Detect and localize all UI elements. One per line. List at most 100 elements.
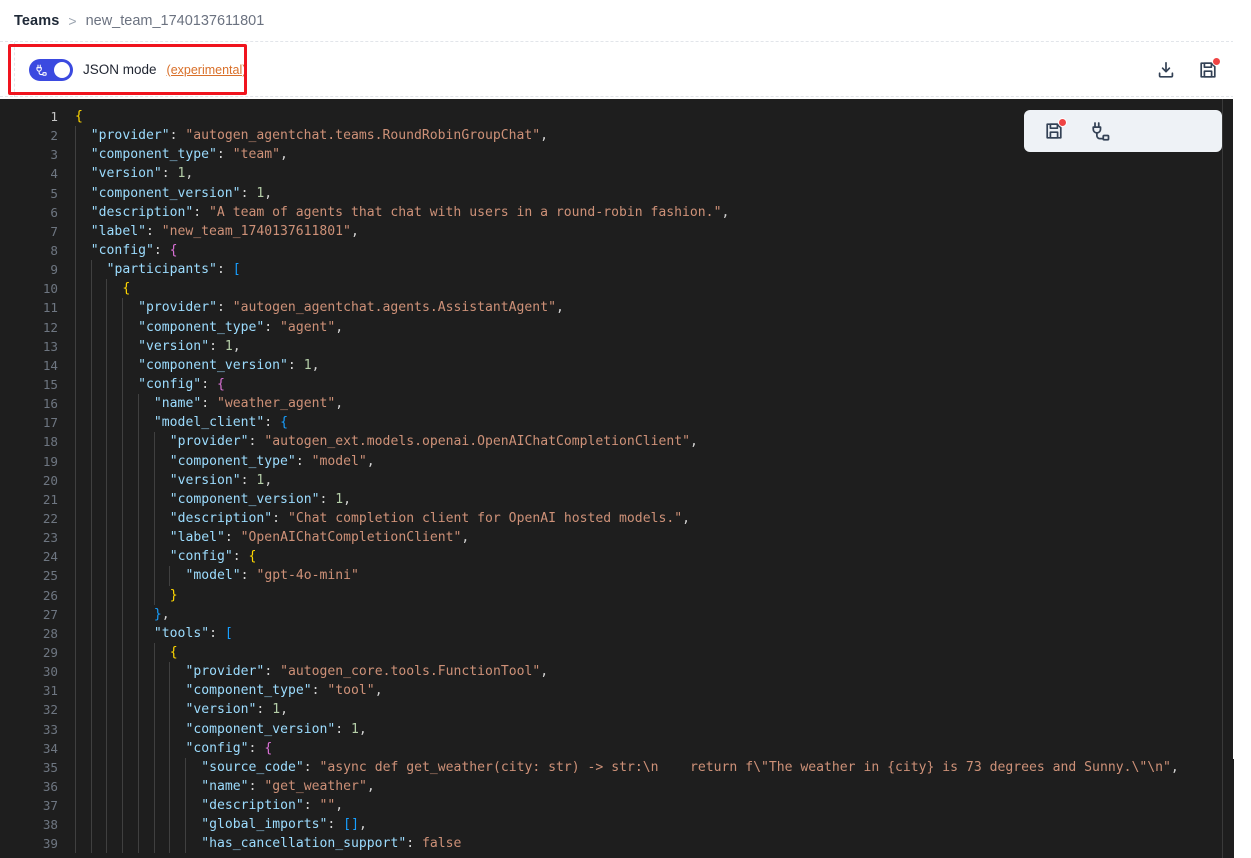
line-number: 26 bbox=[42, 587, 58, 603]
editor-save-button[interactable] bbox=[1042, 118, 1067, 143]
code-line[interactable]: 20 "version": 1, bbox=[0, 470, 1234, 490]
code-line[interactable]: 6 "description": "A team of agents that … bbox=[0, 202, 1234, 222]
download-button[interactable] bbox=[1154, 58, 1178, 82]
code-line[interactable]: 22 "description": "Chat completion clien… bbox=[0, 508, 1234, 529]
code-line[interactable]: 31 "component_type": "tool", bbox=[0, 681, 1234, 701]
code-line[interactable]: 27 }, bbox=[0, 604, 1234, 624]
unsaved-changes-badge bbox=[1058, 118, 1067, 127]
code-line[interactable]: 26 } bbox=[0, 585, 1234, 605]
code-line-text: { bbox=[75, 109, 83, 124]
code-line[interactable]: 5 "component_version": 1, bbox=[0, 183, 1234, 203]
code-line-text: "description": "A team of agents that ch… bbox=[90, 204, 730, 220]
breadcrumb: Teams > new_team_1740137611801 bbox=[14, 7, 264, 35]
code-line[interactable]: 19 "component_type": "model", bbox=[0, 451, 1234, 471]
code-line[interactable]: 29 { bbox=[0, 642, 1234, 663]
line-number: 20 bbox=[42, 472, 58, 488]
line-number: 2 bbox=[50, 128, 58, 144]
code-line-text: "provider": "autogen_ext.models.openai.O… bbox=[169, 434, 698, 450]
line-number: 4 bbox=[50, 166, 58, 182]
code-line[interactable]: 13 "version": 1, bbox=[0, 336, 1234, 356]
line-number: 29 bbox=[42, 644, 58, 660]
line-number: 9 bbox=[50, 262, 58, 278]
code-line-text: "config": { bbox=[138, 376, 225, 392]
code-line[interactable]: 21 "component_version": 1, bbox=[0, 489, 1234, 509]
app-root: Teams > new_team_1740137611801 JSON mode bbox=[0, 0, 1251, 858]
json-mode-toggle[interactable] bbox=[29, 58, 73, 81]
code-line[interactable]: 17 "model_client": { bbox=[0, 413, 1234, 433]
code-line-text: { bbox=[122, 281, 131, 297]
code-line[interactable]: 12 "component_type": "agent", bbox=[0, 317, 1234, 337]
code-line[interactable]: 38 "global_imports": [], bbox=[0, 815, 1234, 835]
line-number: 38 bbox=[42, 817, 58, 833]
code-line[interactable]: 24 "config": { bbox=[0, 547, 1234, 567]
breadcrumb-root-link[interactable]: Teams bbox=[14, 13, 59, 29]
code-lines-container[interactable]: 1 {2 "provider": "autogen_agentchat.teams… bbox=[0, 107, 1234, 858]
code-line[interactable]: 4 "version": 1, bbox=[0, 164, 1234, 184]
code-line[interactable]: 11 "provider": "autogen_agentchat.agents… bbox=[0, 298, 1234, 318]
line-number: 12 bbox=[42, 319, 58, 335]
code-line[interactable]: 39 "has_cancellation_support": false bbox=[0, 834, 1234, 854]
code-line[interactable]: 18 "provider": "autogen_ext.models.opena… bbox=[0, 432, 1234, 452]
code-line-text: "component_type": "model", bbox=[169, 453, 375, 469]
line-number: 8 bbox=[50, 242, 58, 258]
code-line[interactable]: 23 "label": "OpenAIChatCompletionClient"… bbox=[0, 528, 1234, 548]
line-number: 37 bbox=[42, 798, 58, 814]
json-mode-label: JSON mode bbox=[83, 62, 157, 77]
breadcrumb-current-item: new_team_1740137611801 bbox=[85, 13, 265, 29]
code-line[interactable]: 14 "component_version": 1, bbox=[0, 355, 1234, 375]
code-line[interactable]: 25 "model": "gpt-4o-mini" bbox=[0, 566, 1234, 586]
code-line[interactable]: 28 "tools": [ bbox=[0, 623, 1234, 643]
line-number: 10 bbox=[42, 281, 58, 297]
editor-test-connection-button[interactable] bbox=[1088, 119, 1112, 143]
line-number: 25 bbox=[42, 568, 58, 584]
code-line[interactable]: 8 "config": { bbox=[0, 240, 1234, 261]
code-line-text: "version": 1, bbox=[169, 472, 273, 488]
code-line-text: "component_type": "team", bbox=[90, 147, 288, 163]
code-line[interactable]: 36 "name": "get_weather", bbox=[0, 776, 1234, 797]
line-number: 19 bbox=[42, 453, 58, 469]
unsaved-changes-badge bbox=[1212, 56, 1221, 66]
editor-vertical-rule bbox=[1222, 99, 1223, 858]
line-number: 13 bbox=[42, 338, 58, 354]
line-number: 14 bbox=[42, 357, 58, 373]
line-number: 30 bbox=[42, 664, 58, 680]
json-code-editor[interactable]: 1 {2 "provider": "autogen_agentchat.teams… bbox=[0, 99, 1234, 858]
save-button[interactable] bbox=[1196, 56, 1221, 82]
line-number: 27 bbox=[42, 606, 58, 622]
code-line-text: "tools": [ bbox=[153, 625, 233, 641]
code-line-text: "description": "Chat completion client f… bbox=[169, 510, 690, 526]
line-number: 17 bbox=[42, 415, 58, 431]
code-line[interactable]: 9 "participants": [ bbox=[0, 260, 1234, 280]
line-number: 32 bbox=[42, 702, 58, 718]
code-line-text: "has_cancellation_support": false bbox=[201, 836, 462, 852]
code-line-text: "provider": "autogen_core.tools.Function… bbox=[185, 664, 549, 680]
line-number: 16 bbox=[42, 396, 58, 412]
code-line[interactable]: 15 "config": { bbox=[0, 374, 1234, 395]
experimental-link[interactable]: (experimental) bbox=[167, 63, 247, 77]
line-number: 36 bbox=[42, 778, 58, 794]
code-line-text: "name": "weather_agent", bbox=[153, 396, 344, 412]
toggle-knob bbox=[54, 61, 70, 78]
code-line-text: "label": "OpenAIChatCompletionClient", bbox=[169, 530, 470, 546]
code-line-text: "global_imports": [], bbox=[201, 817, 367, 833]
code-line-text: "config": { bbox=[90, 242, 178, 258]
code-line-text: "component_version": 1, bbox=[90, 185, 273, 201]
code-line[interactable]: 7 "label": "new_team_1740137611801", bbox=[0, 221, 1234, 241]
code-line-text: "component_type": "tool", bbox=[185, 683, 383, 699]
line-number: 31 bbox=[42, 683, 58, 699]
code-line-text: "source_code": "async def get_weather(ci… bbox=[201, 759, 1179, 775]
code-line[interactable]: 35 "source_code": "async def get_weather… bbox=[0, 757, 1234, 777]
line-number: 3 bbox=[50, 147, 58, 163]
code-line-text: "component_version": 1, bbox=[185, 721, 367, 737]
editor-floating-toolbar bbox=[1024, 110, 1222, 152]
code-line[interactable]: 16 "name": "weather_agent", bbox=[0, 394, 1234, 414]
code-line[interactable]: 30 "provider": "autogen_core.tools.Funct… bbox=[0, 662, 1234, 682]
breadcrumb-separator-icon: > bbox=[68, 13, 77, 29]
code-line[interactable]: 32 "version": 1, bbox=[0, 700, 1234, 720]
toolbar-left-group: JSON mode (experimental) bbox=[14, 42, 1234, 97]
code-line[interactable]: 33 "component_version": 1, bbox=[0, 719, 1234, 739]
code-line[interactable]: 34 "config": { bbox=[0, 738, 1234, 758]
code-line-text: "model": "gpt-4o-mini" bbox=[185, 568, 359, 584]
code-line[interactable]: 10 { bbox=[0, 279, 1234, 299]
code-line[interactable]: 37 "description": "", bbox=[0, 796, 1234, 816]
